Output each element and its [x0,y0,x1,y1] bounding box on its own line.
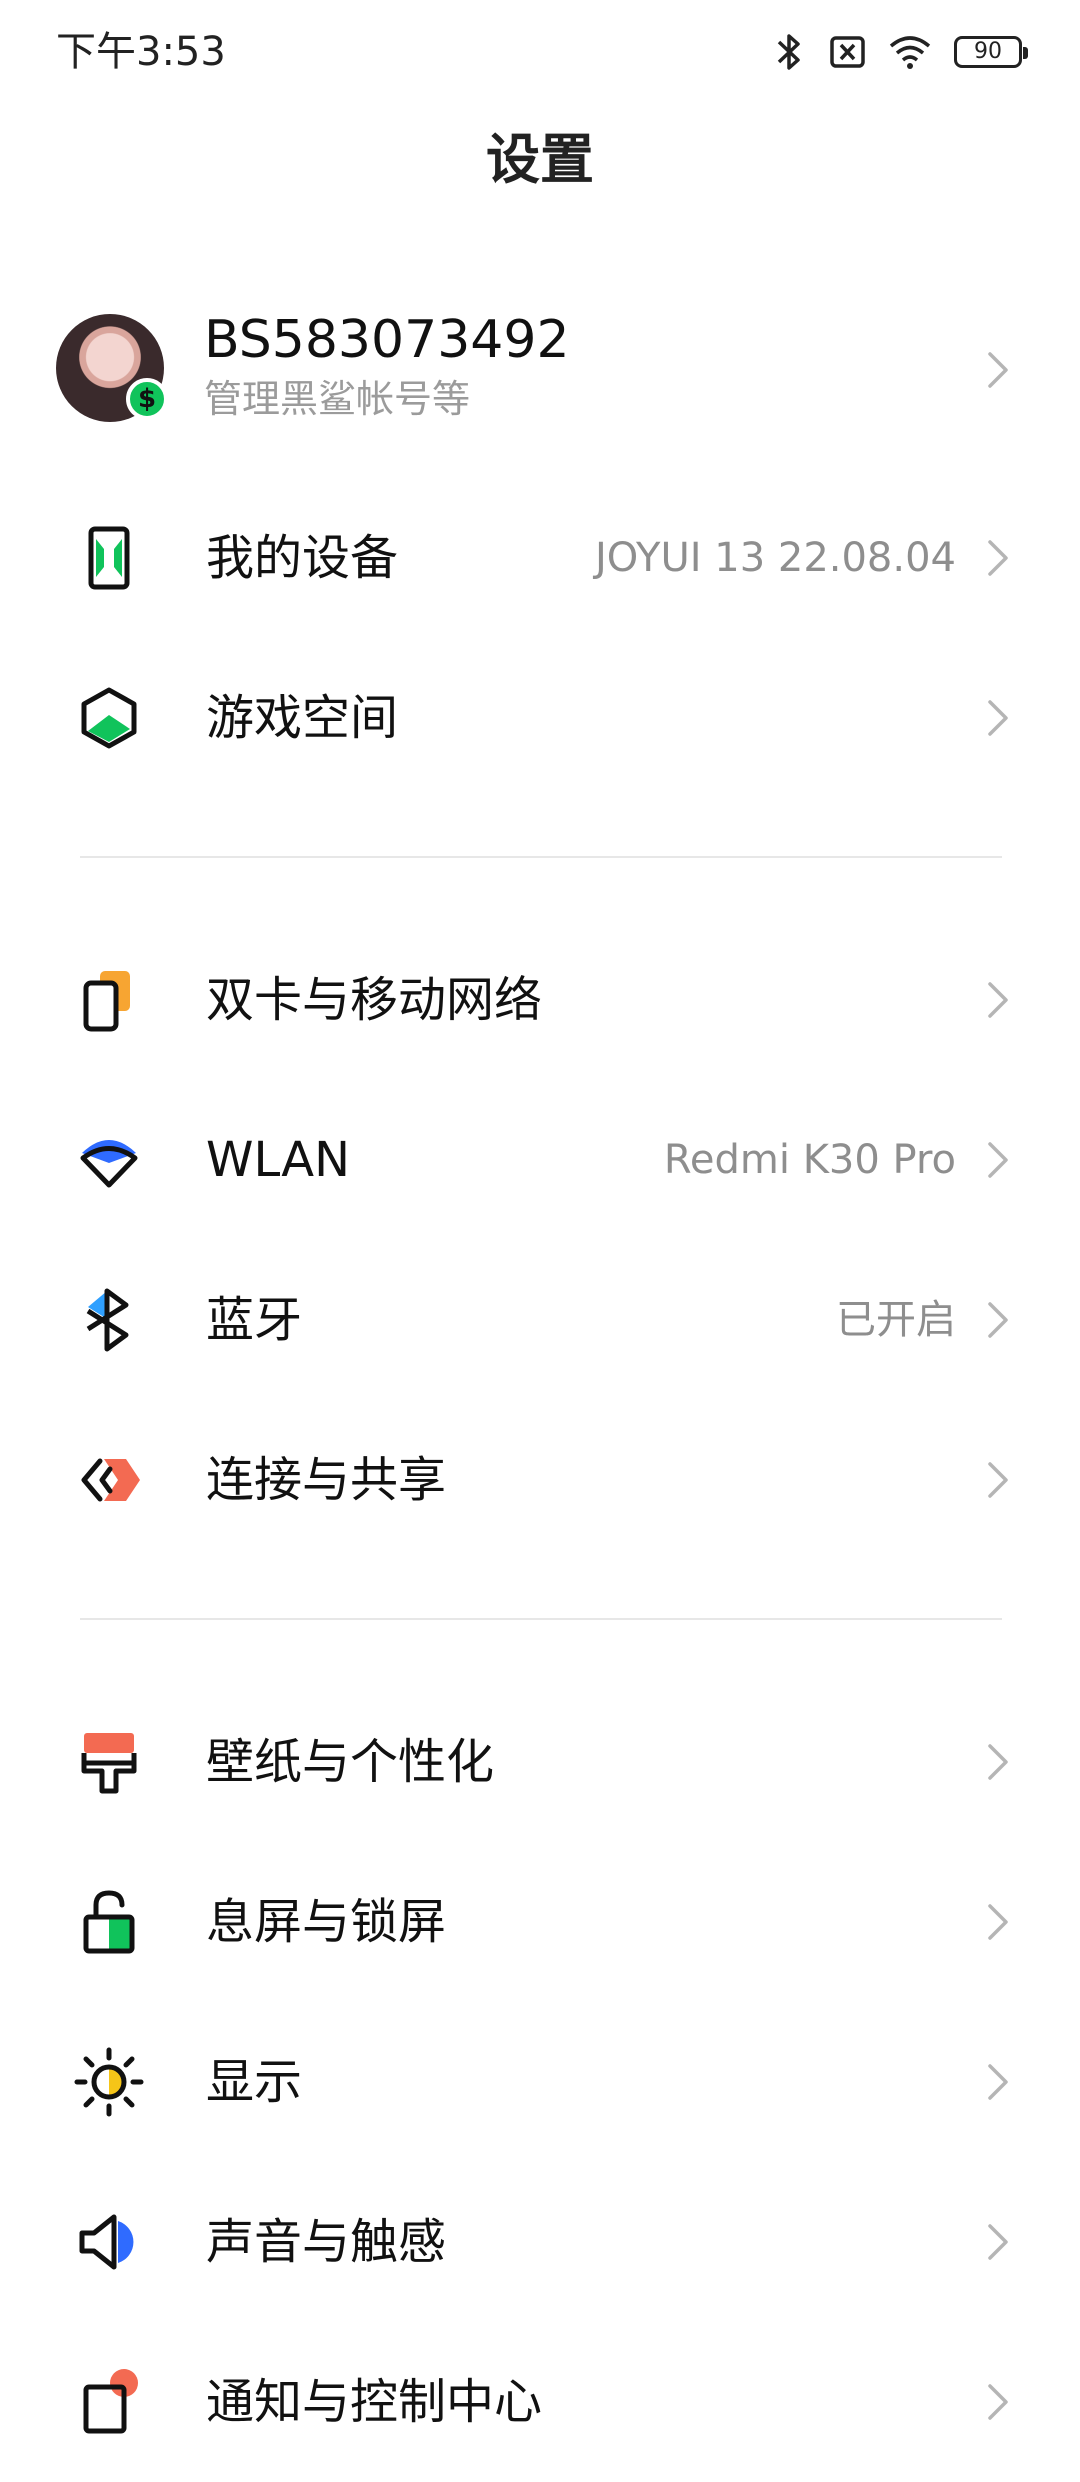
row-display[interactable]: 显示 [0,2002,1080,2162]
sim-cards-icon [83,971,130,1032]
row-label: 我的设备 [206,530,399,586]
row-lock-screen[interactable]: 息屏与锁屏 [0,1842,1080,2002]
connection-share-icon [81,1458,140,1502]
row-label: 双卡与移动网络 [206,972,543,1028]
chevron-right-icon [988,2384,1008,2420]
chevron-right-icon [988,982,1008,1018]
status-time: 下午3:53 [56,29,226,75]
row-value: JOYUI 13 22.08.04 [594,535,956,581]
bluetooth-icon [776,32,802,72]
row-wallpaper[interactable]: 壁纸与个性化 [0,1682,1080,1842]
bluetooth-icon [86,1288,129,1352]
chevron-right-icon [988,1744,1008,1780]
row-label: 显示 [206,2054,303,2110]
row-dual-sim[interactable]: 双卡与移动网络 [0,920,1080,1080]
wallpaper-icon [81,1733,137,1794]
row-label: 息屏与锁屏 [206,1894,447,1950]
chevron-right-icon [988,1462,1008,1498]
chevron-right-icon [988,700,1008,736]
notification-icon [83,2369,138,2434]
row-sound[interactable]: 声音与触感 [0,2162,1080,2322]
lock-screen-icon [83,1890,135,1954]
chevron-right-icon [988,2064,1008,2100]
phone-device-icon [88,526,130,590]
sound-icon [79,2214,134,2270]
status-icons: 90 [776,30,1028,74]
chevron-right-icon [988,1142,1008,1178]
account-subtitle: 管理黑鲨帐号等 [204,377,471,421]
no-sim-icon [824,35,866,69]
row-bluetooth[interactable]: 蓝牙 已开启 [0,1240,1080,1400]
row-label: 游戏空间 [206,690,399,746]
row-label: 通知与控制中心 [206,2374,543,2430]
row-label: 壁纸与个性化 [206,1734,495,1790]
account-badge-icon: $ [126,378,168,420]
account-row[interactable]: $ BS583073492 管理黑鲨帐号等 [0,300,1080,440]
row-wlan[interactable]: WLAN Redmi K30 Pro [0,1080,1080,1240]
section-divider [80,1618,1002,1620]
row-label: WLAN [206,1132,351,1188]
section-divider [80,856,1002,858]
chevron-right-icon [988,1302,1008,1338]
chevron-right-icon [988,540,1008,576]
wifi-icon [888,34,932,70]
row-label: 连接与共享 [206,1452,447,1508]
battery-icon: 90 [954,36,1028,68]
row-game-space[interactable]: 游戏空间 [0,638,1080,798]
wlan-icon [80,1140,138,1188]
account-name: BS583073492 [204,310,570,370]
row-value: 已开启 [836,1297,956,1343]
chevron-right-icon [988,352,1008,388]
row-value: Redmi K30 Pro [663,1137,956,1183]
row-label: 蓝牙 [206,1292,303,1348]
chevron-right-icon [988,1904,1008,1940]
page-title: 设置 [486,128,594,191]
row-my-device[interactable]: 我的设备 JOYUI 13 22.08.04 [0,478,1080,638]
row-label: 声音与触感 [206,2214,447,2270]
game-space-icon [81,687,137,749]
display-brightness-icon [74,2047,144,2117]
chevron-right-icon [988,2224,1008,2260]
row-connection-share[interactable]: 连接与共享 [0,1400,1080,1560]
status-bar: 下午3:53 90 [0,0,1080,100]
row-notification[interactable]: 通知与控制中心 [0,2322,1080,2482]
